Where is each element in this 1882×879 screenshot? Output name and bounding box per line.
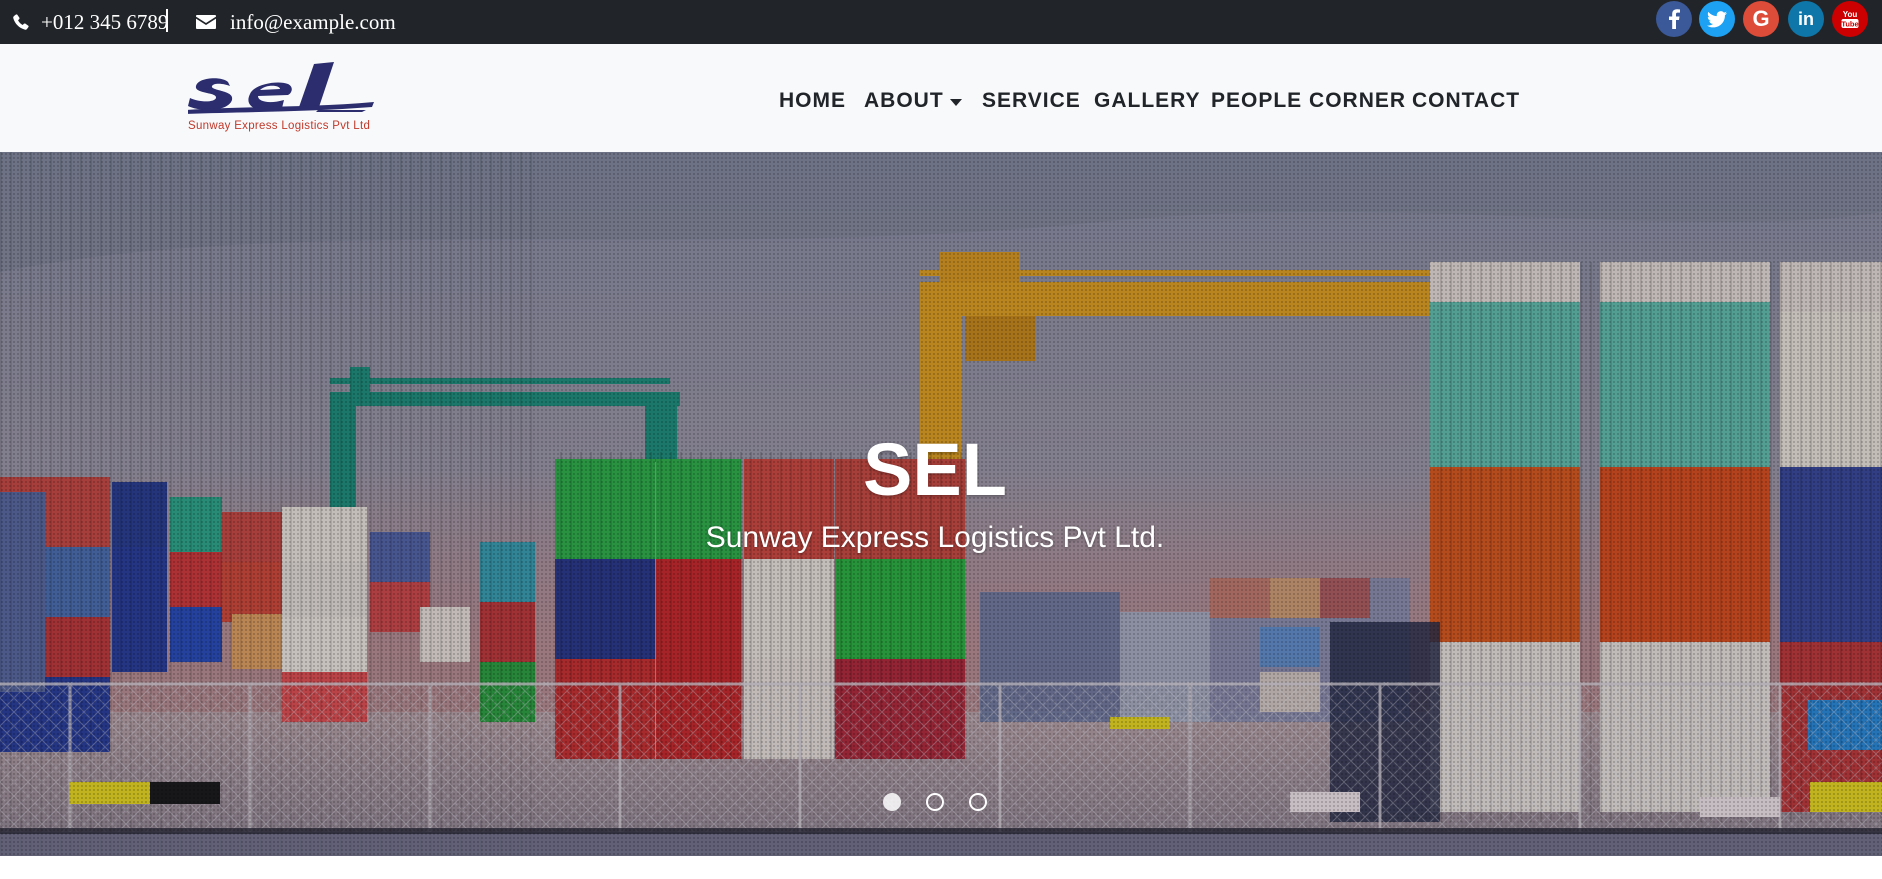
nav-contact[interactable]: CONTACT	[1412, 90, 1520, 112]
hero-subtitle: Sunway Express Logistics Pvt Ltd.	[705, 521, 1165, 554]
top-bar: +012 345 6789 info@example.com G in You …	[0, 0, 1882, 44]
hero-carousel: SEL Sunway Express Logistics Pvt Ltd.	[0, 152, 1882, 856]
facebook-icon[interactable]	[1656, 1, 1692, 37]
contact-phone-text: +012 345 6789	[41, 9, 169, 34]
svg-text:Tube: Tube	[1841, 19, 1858, 28]
hero-title: SEL	[863, 428, 1007, 511]
envelope-icon	[196, 15, 216, 29]
linkedin-glyph: in	[1798, 8, 1814, 29]
svg-text:You: You	[1843, 10, 1858, 19]
nav-gallery[interactable]: GALLERY	[1094, 90, 1201, 112]
contact-divider	[166, 9, 168, 32]
nav-people-corner[interactable]: PEOPLE CORNER	[1211, 90, 1406, 112]
carousel-indicator-3[interactable]	[969, 793, 987, 811]
brand-tagline: Sunway Express Logistics Pvt Ltd	[188, 120, 371, 132]
main-navbar: Sunway Express Logistics Pvt Ltd HOME AB…	[0, 44, 1882, 152]
nav-about[interactable]: ABOUT	[864, 90, 944, 112]
phone-icon	[13, 13, 29, 30]
twitter-icon[interactable]	[1699, 1, 1735, 37]
chevron-down-icon[interactable]	[950, 99, 962, 106]
contact-email-text: info@example.com	[230, 9, 396, 34]
carousel-indicator-2[interactable]	[926, 793, 944, 811]
linkedin-icon[interactable]: in	[1788, 1, 1824, 37]
google-glyph: G	[1752, 6, 1770, 31]
contact-phone[interactable]: +012 345 6789	[12, 0, 168, 44]
google-icon[interactable]: G	[1743, 1, 1779, 37]
nav-service[interactable]: SERVICE	[982, 90, 1081, 112]
sel-logo-mark	[188, 62, 374, 114]
nav-home[interactable]: HOME	[779, 90, 846, 112]
carousel-indicator-1[interactable]	[883, 793, 901, 811]
youtube-icon[interactable]: You Tube	[1832, 1, 1868, 37]
brand-logo[interactable]: Sunway Express Logistics Pvt Ltd	[188, 62, 383, 136]
contact-email[interactable]: info@example.com	[196, 0, 396, 44]
